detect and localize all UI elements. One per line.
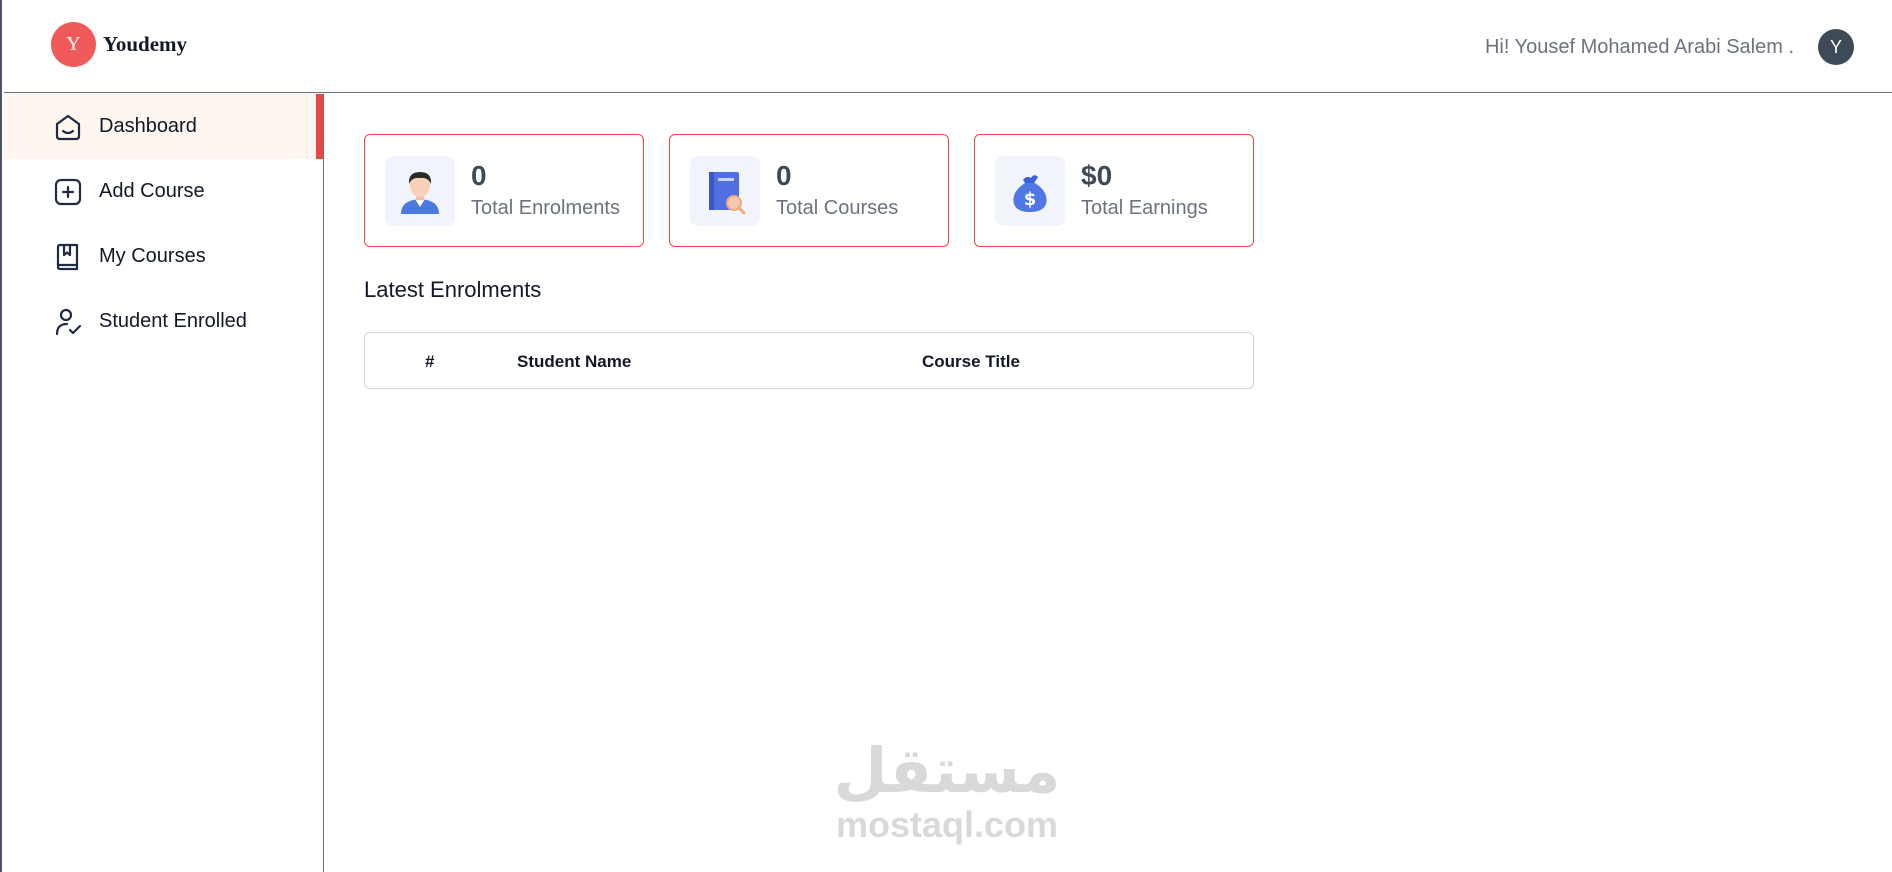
watermark-arabic: مستقل: [833, 734, 1061, 807]
user-greeting: Hi! Yousef Mohamed Arabi Salem .: [1484, 36, 1794, 58]
enrolments-label: Total Enrolments: [471, 197, 620, 220]
stats-cards: 0 Total Enrolments 0 Total Courses $ $0 …: [364, 134, 1254, 247]
bookmark-book-icon: [52, 241, 84, 273]
sidebar-item-student-enrolled[interactable]: Student Enrolled: [4, 289, 323, 354]
logo-badge: Y: [51, 22, 96, 67]
latest-enrolments-title: Latest Enrolments: [364, 277, 542, 302]
main-content: 0 Total Enrolments 0 Total Courses $ $0 …: [324, 94, 1892, 872]
sidebar-item-label: Dashboard: [99, 115, 197, 137]
app-frame: Y Youdemy Hi! Yousef Mohamed Arabi Salem…: [0, 0, 1892, 872]
home-icon: [52, 111, 84, 143]
sidebar-item-add-course[interactable]: Add Course: [4, 159, 323, 224]
watermark-latin: mostaql.com: [835, 804, 1059, 845]
enrolments-value: 0: [471, 159, 487, 191]
stat-card-courses: 0 Total Courses: [669, 134, 949, 247]
watermark: مستقل mostaql.com: [832, 740, 1062, 846]
sidebar-item-label: Add Course: [99, 180, 205, 202]
courses-label: Total Courses: [776, 197, 899, 220]
sidebar-item-my-courses[interactable]: My Courses: [4, 224, 323, 289]
sidebar-item-label: My Courses: [99, 245, 206, 267]
user-avatar[interactable]: Y: [1818, 29, 1854, 65]
user-check-icon: [52, 306, 84, 338]
column-header-course-title: Course Title: [922, 352, 1020, 371]
column-header-index: #: [425, 352, 435, 371]
top-header: Y Youdemy Hi! Yousef Mohamed Arabi Salem…: [4, 0, 1892, 93]
stat-card-earnings: $ $0 Total Earnings: [974, 134, 1254, 247]
money-bag-icon: $: [995, 155, 1065, 226]
earnings-label: Total Earnings: [1081, 197, 1208, 220]
student-icon: [385, 155, 455, 226]
sidebar: Dashboard Add Course My Courses Student …: [4, 94, 324, 872]
brand-name: Youdemy: [103, 32, 188, 56]
sidebar-item-dashboard[interactable]: Dashboard: [4, 94, 323, 159]
courses-value: 0: [776, 159, 792, 191]
book-search-icon: [690, 155, 760, 226]
stat-card-enrolments: 0 Total Enrolments: [364, 134, 644, 247]
sidebar-item-label: Student Enrolled: [99, 310, 247, 332]
logo[interactable]: Y Youdemy: [51, 22, 187, 67]
column-header-student-name: Student Name: [517, 352, 632, 371]
svg-text:$: $: [1024, 189, 1037, 210]
earnings-value: $0: [1081, 159, 1113, 191]
add-square-icon: [52, 176, 84, 208]
enrolments-table: # Student Name Course Title: [364, 332, 1254, 389]
